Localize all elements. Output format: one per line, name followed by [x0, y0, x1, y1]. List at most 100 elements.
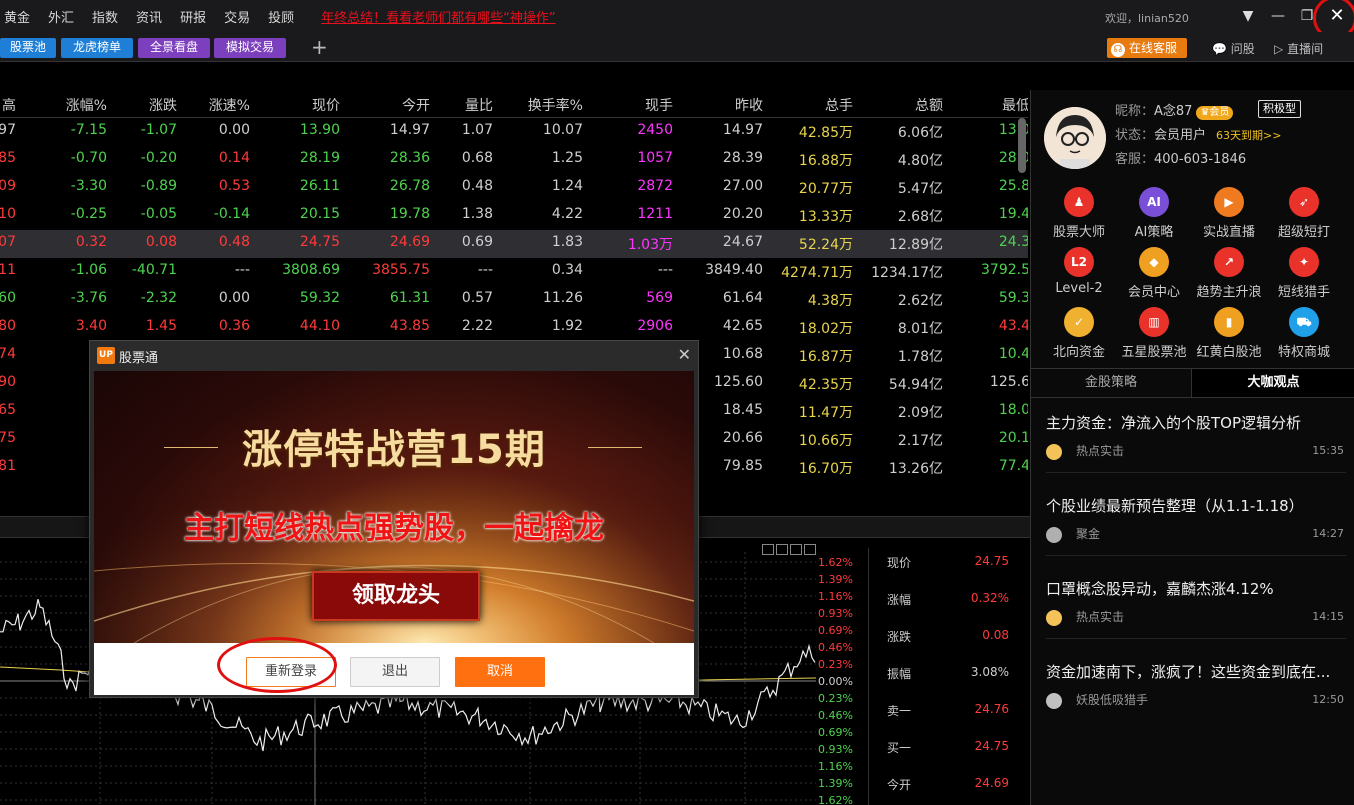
- table-cell: 19.4: [998, 206, 1028, 222]
- dialog-close-icon[interactable]: ✕: [678, 345, 691, 364]
- risk-level-badge[interactable]: 积极型: [1258, 100, 1301, 118]
- avatar[interactable]: [1044, 107, 1106, 169]
- table-cell: 1234.17亿: [871, 265, 943, 281]
- column-header[interactable]: 涨跌: [149, 95, 177, 115]
- menu-item[interactable]: 黄金: [4, 7, 30, 26]
- table-scrollbar[interactable]: [1018, 118, 1026, 173]
- tab-2[interactable]: 全景看盘: [138, 38, 210, 58]
- column-header[interactable]: 昨收: [735, 95, 763, 115]
- tool-5[interactable]: ◆ 会员中心: [1118, 247, 1190, 300]
- dropdown-menu-icon[interactable]: ▼: [1238, 6, 1258, 26]
- menu-item[interactable]: 指数: [92, 7, 118, 26]
- tool-6[interactable]: ↗ 趋势主升浪: [1193, 247, 1265, 300]
- tool-label: 趋势主升浪: [1196, 285, 1262, 300]
- table-row[interactable]: 60 -3.76 -2.32 0.00 59.32 61.31 0.57 11.26 569 61…: [0, 286, 1028, 314]
- table-row[interactable]: 85 -0.70 -0.20 0.14 28.19 28.36 0.68 1.25 1057 28…: [0, 146, 1028, 174]
- tool-10[interactable]: ▮ 红黄白股池: [1193, 307, 1265, 360]
- source-avatar-icon: [1046, 609, 1062, 626]
- minimize-icon[interactable]: —: [1268, 6, 1288, 26]
- column-header[interactable]: 涨速%: [209, 95, 250, 115]
- news-item[interactable]: 资金加速南下，涨疯了！这些资金到底在... 妖股低吸猎手 12:50: [1046, 661, 1346, 709]
- table-row[interactable]: 09 -3.30 -0.89 0.53 26.11 26.78 0.48 1.24 2872 27…: [0, 174, 1028, 202]
- column-header[interactable]: 今开: [402, 95, 430, 115]
- table-cell: 0.34: [551, 262, 583, 278]
- news-title[interactable]: 资金加速南下，涨疯了！这些资金到底在...: [1046, 661, 1346, 682]
- menu-item[interactable]: 资讯: [136, 7, 162, 26]
- tool-9[interactable]: ▥ 五星股票池: [1118, 307, 1190, 360]
- table-cell: 1.38: [461, 206, 493, 222]
- column-header[interactable]: 换手率%: [528, 95, 583, 115]
- news-source-name: 热点实击: [1076, 610, 1125, 624]
- tool-11[interactable]: ⛟ 特权商城: [1268, 307, 1340, 360]
- tool-1[interactable]: AI AI策略: [1118, 187, 1190, 240]
- menu-item[interactable]: 交易: [224, 7, 250, 26]
- tool-label: 短线猎手: [1277, 285, 1330, 300]
- ask-stock-button[interactable]: 💬 问股: [1212, 40, 1255, 57]
- menu-item[interactable]: 外汇: [48, 7, 74, 26]
- tab-3[interactable]: 模拟交易: [214, 38, 286, 58]
- news-title[interactable]: 口罩概念股异动，嘉麟杰涨4.12%: [1046, 578, 1346, 599]
- chat-icon: 💬: [1212, 42, 1227, 56]
- tool-label: 股票大师: [1052, 225, 1105, 240]
- table-row[interactable]: 10 -0.25 -0.05 -0.14 20.15 19.78 1.38 4.22 1211 2…: [0, 202, 1028, 230]
- column-header[interactable]: 现价: [312, 95, 340, 115]
- tab-1[interactable]: 龙虎榜单: [61, 38, 133, 58]
- column-header[interactable]: 高: [2, 95, 16, 115]
- tool-label: Level-2: [1055, 281, 1103, 296]
- tool-7[interactable]: ✦ 短线猎手: [1268, 247, 1340, 300]
- live-room-button[interactable]: ▷ 直播间: [1274, 40, 1323, 57]
- welcome-text: 欢迎，linian520: [1105, 12, 1189, 25]
- promo-link[interactable]: 年终总结！看看老师们都有哪些“神操作”: [321, 7, 555, 26]
- column-header[interactable]: 现手: [645, 95, 673, 115]
- table-cell: 24.3: [998, 234, 1028, 250]
- tab-gold-strategy[interactable]: 金股策略: [1031, 369, 1191, 397]
- quote-row: 涨幅 0.32%: [869, 591, 1029, 611]
- chart-view-button[interactable]: [776, 544, 788, 555]
- chart-view-button[interactable]: [804, 544, 816, 555]
- expire-link[interactable]: 63天到期>>: [1216, 129, 1281, 142]
- column-header[interactable]: 涨幅%: [66, 95, 107, 115]
- table-cell: -1.06: [70, 262, 107, 278]
- news-item[interactable]: 个股业绩最新预告整理（从1.1-1.18） 聚金 14:27: [1046, 495, 1346, 543]
- table-cell: 2906: [637, 318, 673, 334]
- tab-0[interactable]: 股票池: [0, 38, 56, 58]
- news-item[interactable]: 主力资金：净流入的个股TOP逻辑分析 热点实击 15:35: [1046, 412, 1346, 460]
- table-row[interactable]: 97 -7.15 -1.07 0.00 13.90 14.97 1.07 10.07 2450 1…: [0, 118, 1028, 146]
- menu-item[interactable]: 研报: [180, 7, 206, 26]
- tool-3[interactable]: ➶ 超级短打: [1268, 187, 1340, 240]
- column-header[interactable]: 最低: [1002, 95, 1028, 115]
- news-title[interactable]: 个股业绩最新预告整理（从1.1-1.18）: [1046, 495, 1346, 516]
- tool-4[interactable]: L2 Level-2: [1043, 247, 1115, 296]
- cancel-button[interactable]: 取消: [455, 657, 545, 687]
- chart-view-button[interactable]: [790, 544, 802, 555]
- quote-value: 0.32%: [970, 591, 1009, 605]
- table-row[interactable]: 11 -1.06 -40.71 --- 3808.69 3855.75 --- 0.34 ---…: [0, 258, 1028, 286]
- tab-expert-views[interactable]: 大咖观点: [1191, 369, 1354, 397]
- table-cell: 1.03万: [627, 237, 673, 253]
- news-item[interactable]: 口罩概念股异动，嘉麟杰涨4.12% 热点实击 14:15: [1046, 578, 1346, 626]
- table-cell: -0.14: [213, 206, 250, 222]
- menu-item[interactable]: 投顾: [268, 7, 294, 26]
- table-cell: 125.60: [714, 374, 763, 390]
- add-tab-button[interactable]: +: [311, 35, 328, 59]
- source-avatar-icon: [1046, 443, 1062, 460]
- table-row[interactable]: 07 0.32 0.08 0.48 24.75 24.69 0.69 1.83 1.03万 24.…: [0, 230, 1028, 258]
- table-cell: 24.75: [299, 234, 340, 250]
- tool-2[interactable]: ▶ 实战直播: [1193, 187, 1265, 240]
- column-header[interactable]: 总手: [825, 95, 853, 115]
- claim-button[interactable]: 领取龙头: [312, 571, 480, 621]
- tool-8[interactable]: ✓ 北向资金: [1043, 307, 1115, 360]
- column-header[interactable]: 总额: [915, 95, 943, 115]
- news-title[interactable]: 主力资金：净流入的个股TOP逻辑分析: [1046, 412, 1346, 433]
- tool-icon: ↗: [1214, 247, 1244, 277]
- table-row[interactable]: 80 3.40 1.45 0.36 44.10 43.85 2.22 1.92 2906 42.6…: [0, 314, 1028, 342]
- tool-0[interactable]: ♟ 股票大师: [1043, 187, 1115, 240]
- column-header[interactable]: 量比: [465, 95, 493, 115]
- chart-view-button[interactable]: [762, 544, 774, 555]
- table-cell: 80: [0, 318, 16, 334]
- table-cell: 27.00: [722, 178, 763, 194]
- promo-banner[interactable]: 涨停特战营15期 主打短线热点强势股，一起擒龙 领取龙头: [94, 371, 694, 643]
- online-service-button[interactable]: ☊ 在线客服: [1107, 38, 1187, 58]
- exit-button[interactable]: 退出: [350, 657, 440, 687]
- table-cell: 81: [0, 458, 16, 474]
